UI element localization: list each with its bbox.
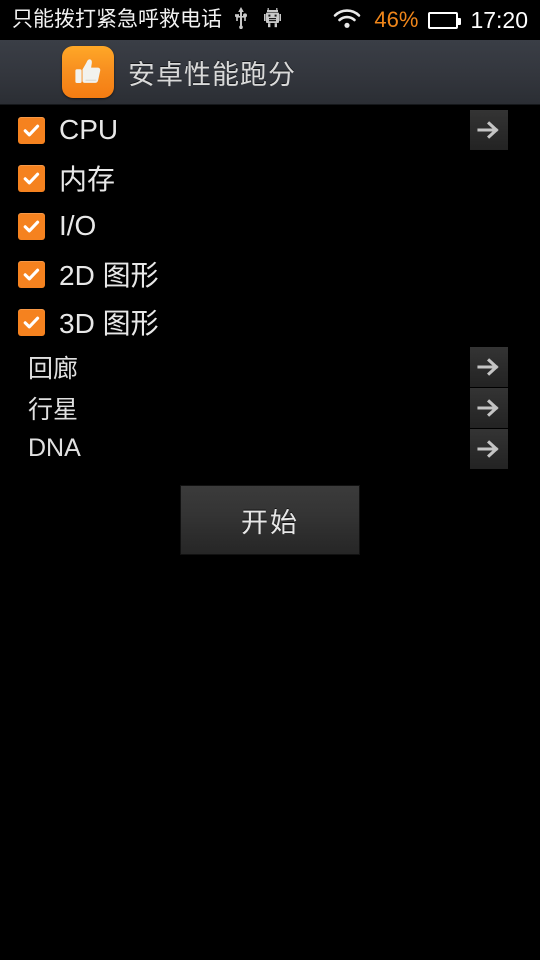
benchmark-row[interactable]: 内存 <box>0 154 540 202</box>
clock-label: 17:20 <box>470 7 528 33</box>
benchmark-label: 3D 图形 <box>59 308 159 339</box>
benchmark-label: CPU <box>59 114 119 145</box>
status-notification-icons <box>234 6 281 34</box>
benchmark-row[interactable]: 3D 图形 <box>0 298 540 346</box>
start-button[interactable]: 开始 <box>180 485 360 555</box>
arrow-right-icon[interactable] <box>470 110 508 150</box>
arrow-right-icon[interactable] <box>470 346 508 387</box>
usb-icon <box>234 6 248 34</box>
android-robot-icon <box>264 7 281 33</box>
battery-percent-label: 46% <box>374 7 419 32</box>
benchmark-sub-row[interactable]: DNA <box>0 428 540 469</box>
status-bar: 只能拨打紧急呼救电话 46% 17:20 <box>0 0 540 40</box>
benchmark-sub-row[interactable]: 行星 <box>0 387 540 428</box>
benchmark-label: DNA <box>28 434 81 462</box>
benchmark-label: 2D 图形 <box>59 260 159 291</box>
checkbox-checked[interactable] <box>18 308 45 336</box>
checkbox-checked[interactable] <box>18 212 45 240</box>
carrier-label: 只能拨打紧急呼救电话 <box>12 8 222 31</box>
app-screen: 只能拨打紧急呼救电话 46% 17:20 安卓性能跑分 CPU 内存 I/O 2… <box>0 0 540 960</box>
wifi-icon <box>332 7 362 34</box>
page-title: 安卓性能跑分 <box>128 59 296 90</box>
battery-icon <box>428 11 462 29</box>
app-header-bar: 安卓性能跑分 <box>0 40 540 105</box>
arrow-right-icon[interactable] <box>470 387 508 428</box>
thumbs-up-app-icon <box>62 46 114 98</box>
checkbox-checked[interactable] <box>18 116 45 144</box>
benchmark-row[interactable]: 2D 图形 <box>0 250 540 298</box>
start-button-container: 开始 <box>0 485 540 555</box>
benchmark-list: CPU 内存 I/O 2D 图形 3D 图形回廊行星 DNA <box>0 106 540 469</box>
benchmark-label: 行星 <box>28 395 79 424</box>
arrow-right-icon[interactable] <box>470 428 508 469</box>
checkbox-checked[interactable] <box>18 164 45 192</box>
checkbox-checked[interactable] <box>18 260 45 288</box>
benchmark-label: 内存 <box>59 164 116 195</box>
benchmark-list-container: CPU 内存 I/O 2D 图形 3D 图形回廊行星 DNA 开始 <box>0 106 540 960</box>
benchmark-label: 回廊 <box>28 354 79 383</box>
benchmark-label: I/O <box>59 210 97 241</box>
benchmark-sub-row[interactable]: 回廊 <box>0 346 540 387</box>
status-system-icons: 46% 17:20 <box>332 0 528 40</box>
benchmark-row[interactable]: I/O <box>0 202 540 250</box>
benchmark-row[interactable]: CPU <box>0 106 540 154</box>
